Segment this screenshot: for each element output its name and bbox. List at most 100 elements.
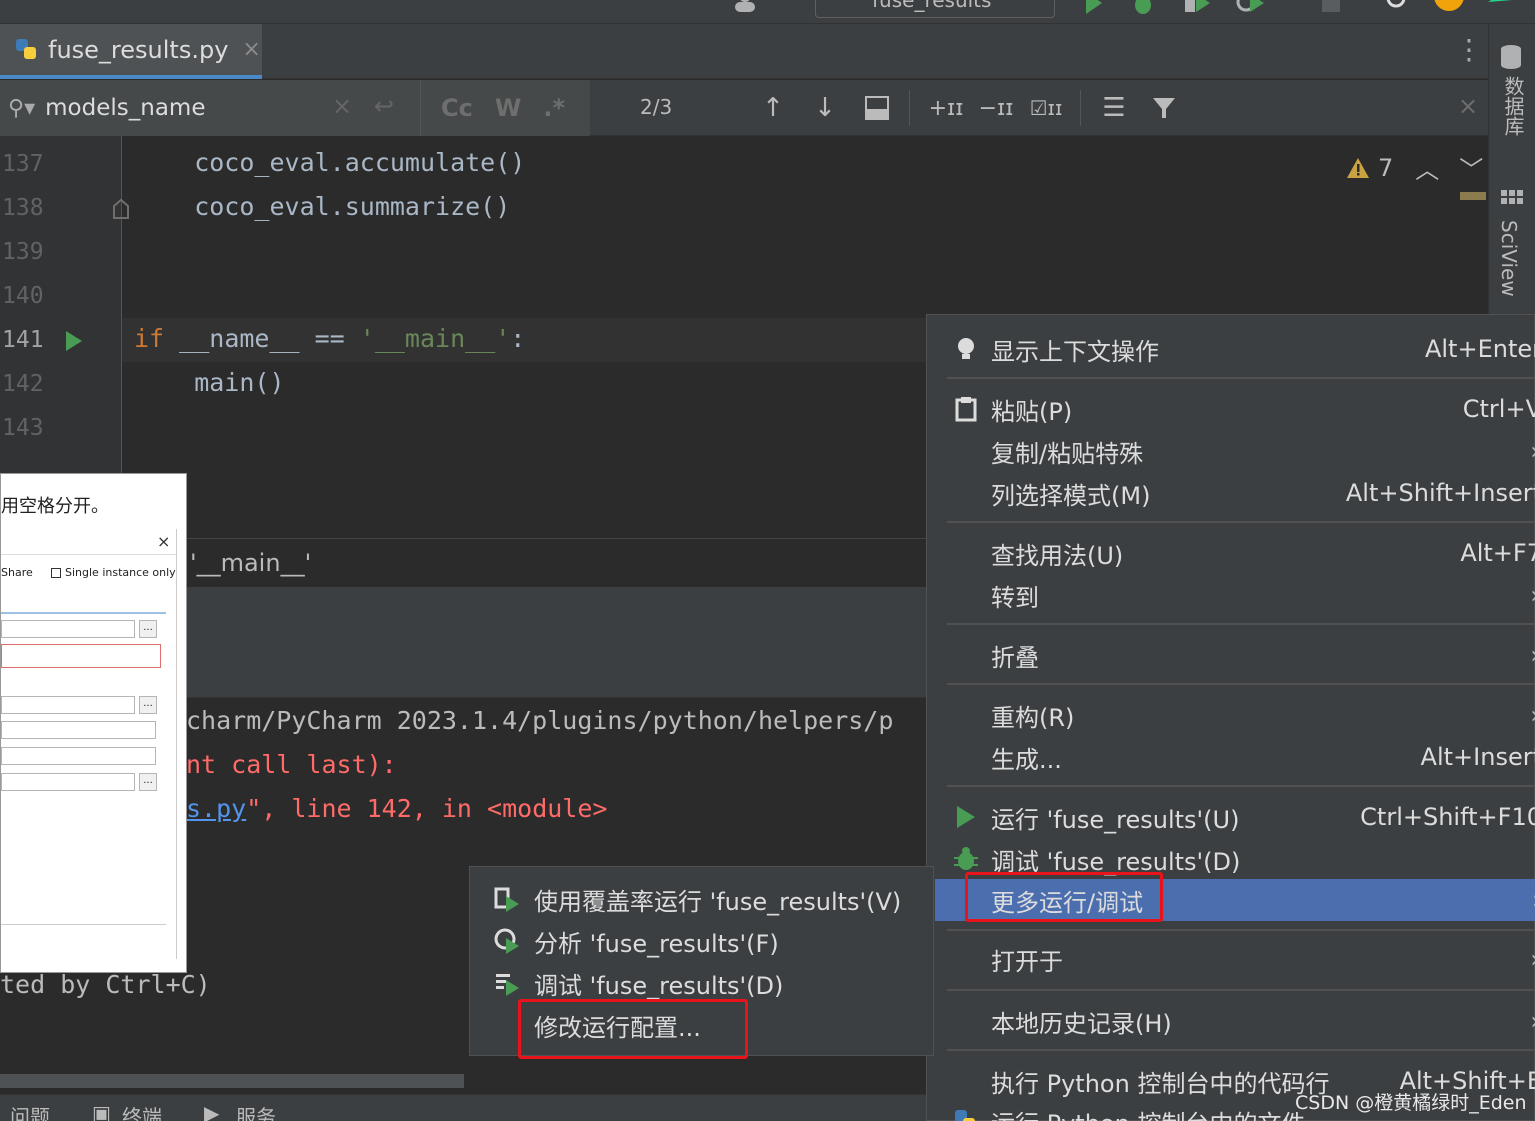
run-icon[interactable]: [1080, 0, 1106, 16]
newline-icon[interactable]: ↩: [374, 92, 394, 120]
menu-item-label: 列选择模式(M): [991, 481, 1151, 510]
find-input[interactable]: ⚲▾ models_name × ↩: [0, 80, 420, 136]
whole-words-toggle[interactable]: W: [495, 94, 521, 122]
menu-item-refactor[interactable]: 重构(R) ›: [927, 695, 1535, 735]
menu-item-label: 执行 Python 控制台中的代码行: [991, 1069, 1330, 1098]
single-instance-option[interactable]: Single instance only: [51, 566, 176, 579]
menu-item-find-usages[interactable]: 查找用法(U) Alt+F7: [927, 533, 1535, 573]
breadcrumb-item[interactable]: '__main__': [190, 549, 311, 577]
remove-occurrence-icon[interactable]: −ɪɪ: [978, 92, 1014, 124]
menu-item-go-to[interactable]: 转到 ›: [927, 575, 1535, 615]
console-line: ted by Ctrl+C): [0, 970, 211, 999]
submenu-item-profile[interactable]: 分析 'fuse_results'(F): [470, 921, 933, 961]
menu-item-column-selection[interactable]: 列选择模式(M) Alt+Shift+Insert: [927, 473, 1535, 513]
submenu-item-debug[interactable]: 调试 'fuse_results'(D): [470, 963, 933, 1003]
tabs-more-icon[interactable]: ⋮: [1455, 36, 1483, 64]
menu-item-folding[interactable]: 折叠 ›: [927, 635, 1535, 675]
sciview-tool-button[interactable]: SciView: [1497, 220, 1521, 297]
code-line: main(): [134, 368, 285, 397]
menu-item-generate[interactable]: 生成... Alt+Insert: [927, 737, 1535, 777]
menu-item-open-in[interactable]: 打开于 ›: [927, 939, 1535, 979]
line-number: 139: [2, 239, 44, 265]
add-occurrence-icon[interactable]: +ɪɪ: [928, 92, 964, 124]
tab-services[interactable]: 服务: [236, 1101, 276, 1121]
code-text: :: [510, 324, 526, 353]
warning-icon: [1347, 157, 1369, 178]
scrollbar-warning-marker[interactable]: [1460, 192, 1486, 200]
tab-terminal[interactable]: 终端: [122, 1101, 162, 1121]
code-line-main-guard: if __name__ == '__main__':: [134, 324, 525, 353]
submenu-item-run-with-coverage[interactable]: 使用覆盖率运行 'fuse_results'(V): [470, 879, 933, 919]
dialog-close-icon[interactable]: ×: [157, 532, 170, 551]
user-icon[interactable]: [732, 0, 758, 16]
profile-icon[interactable]: [1236, 0, 1264, 16]
update-icon[interactable]: [1434, 0, 1464, 16]
menu-separator: [947, 785, 1534, 787]
share-option[interactable]: Share: [1, 566, 33, 579]
editor-tabs: fuse_results.py × ⋮: [0, 24, 1488, 79]
select-all-occurrences-icon[interactable]: ☑ɪɪ: [1028, 92, 1064, 124]
run-config-label: fuse_results: [872, 0, 992, 12]
line-number: 143: [2, 415, 44, 441]
menu-item-local-history[interactable]: 本地历史记录(H) ›: [927, 1001, 1535, 1041]
clear-search-icon[interactable]: ×: [332, 92, 352, 120]
submenu-arrow-icon: ›: [1530, 641, 1535, 669]
editor-context-menu: 显示上下文操作 Alt+Enter 粘贴(P) Ctrl+V 复制/粘贴特殊 ›…: [926, 314, 1535, 1121]
menu-item-show-context-actions[interactable]: 显示上下文操作 Alt+Enter: [927, 329, 1535, 369]
dialog-browse-button[interactable]: ...: [139, 773, 157, 791]
menu-separator: [947, 1049, 1534, 1051]
run-config-combo[interactable]: fuse_results: [815, 0, 1055, 18]
tab-problems[interactable]: 问题: [10, 1101, 50, 1121]
dialog-field[interactable]: [1, 773, 135, 791]
prev-highlight-icon[interactable]: ︿: [1415, 150, 1439, 185]
next-occurrence-icon[interactable]: ↓: [809, 92, 841, 124]
next-highlight-icon[interactable]: ﹀: [1459, 150, 1483, 185]
menu-item-copy-paste-special[interactable]: 复制/粘贴特殊 ›: [927, 431, 1535, 471]
debug-icon[interactable]: [1130, 0, 1156, 16]
code-keyword: if: [134, 324, 165, 353]
dialog-browse-button[interactable]: ...: [139, 696, 157, 714]
fold-marker-icon[interactable]: [112, 198, 130, 224]
tab-close-icon[interactable]: ×: [242, 37, 260, 62]
menu-item-run[interactable]: 运行 'fuse_results'(U) Ctrl+Shift+F10: [927, 797, 1535, 837]
dialog-field[interactable]: [1, 696, 135, 714]
line-number: 141: [2, 327, 44, 353]
dialog-divider: [1, 924, 166, 925]
stop-icon[interactable]: [1322, 0, 1348, 16]
coverage-icon[interactable]: [1182, 0, 1210, 16]
annotation-highlight-more-run: [965, 872, 1163, 922]
dialog-field[interactable]: [1, 620, 135, 638]
single-instance-checkbox[interactable]: [51, 567, 61, 578]
dialog-field[interactable]: [1, 747, 156, 765]
filter-icon[interactable]: [1148, 92, 1180, 124]
python-console-icon: [955, 1110, 975, 1121]
open-in-window-icon[interactable]: ☰: [1098, 92, 1130, 124]
search-icon[interactable]: [1384, 0, 1410, 16]
console-scrollbar[interactable]: [0, 1074, 464, 1088]
prev-occurrence-icon[interactable]: ↑: [757, 92, 789, 124]
traceback-file-link[interactable]: s.py: [186, 794, 246, 823]
menu-separator: [947, 683, 1534, 685]
run-config-dialog-snippet: 用空格分开。 × Share Single instance only ... …: [0, 473, 187, 973]
tab-fuse-results[interactable]: fuse_results.py ×: [0, 24, 262, 79]
more-run-debug-submenu: 使用覆盖率运行 'fuse_results'(V) 分析 'fuse_resul…: [469, 866, 934, 1059]
database-tool-button[interactable]: 数据库: [1499, 76, 1528, 136]
line-number: 142: [2, 371, 44, 397]
find-close-icon[interactable]: ×: [1458, 92, 1478, 120]
dialog-select[interactable]: [1, 721, 156, 739]
regex-toggle[interactable]: .*: [543, 94, 565, 122]
ide-logo-icon: [1486, 0, 1512, 16]
dialog-browse-button[interactable]: ...: [139, 620, 157, 638]
menu-item-label: 粘贴(P): [991, 397, 1073, 426]
match-case-toggle[interactable]: Cc: [441, 94, 473, 122]
in-selection-icon[interactable]: [861, 92, 893, 124]
line-number: 140: [2, 283, 44, 309]
menu-item-label: 复制/粘贴特殊: [991, 439, 1144, 468]
inspection-widget[interactable]: 7 ︿ ﹀: [1346, 150, 1483, 185]
dialog-field-error[interactable]: [1, 644, 161, 668]
sciview-icon: [1501, 190, 1523, 214]
gutter-run-icon[interactable]: [64, 329, 84, 357]
menu-item-paste[interactable]: 粘贴(P) Ctrl+V: [927, 389, 1535, 429]
search-history-icon[interactable]: ⚲▾: [8, 96, 35, 121]
debug-bug-icon: [954, 847, 978, 870]
